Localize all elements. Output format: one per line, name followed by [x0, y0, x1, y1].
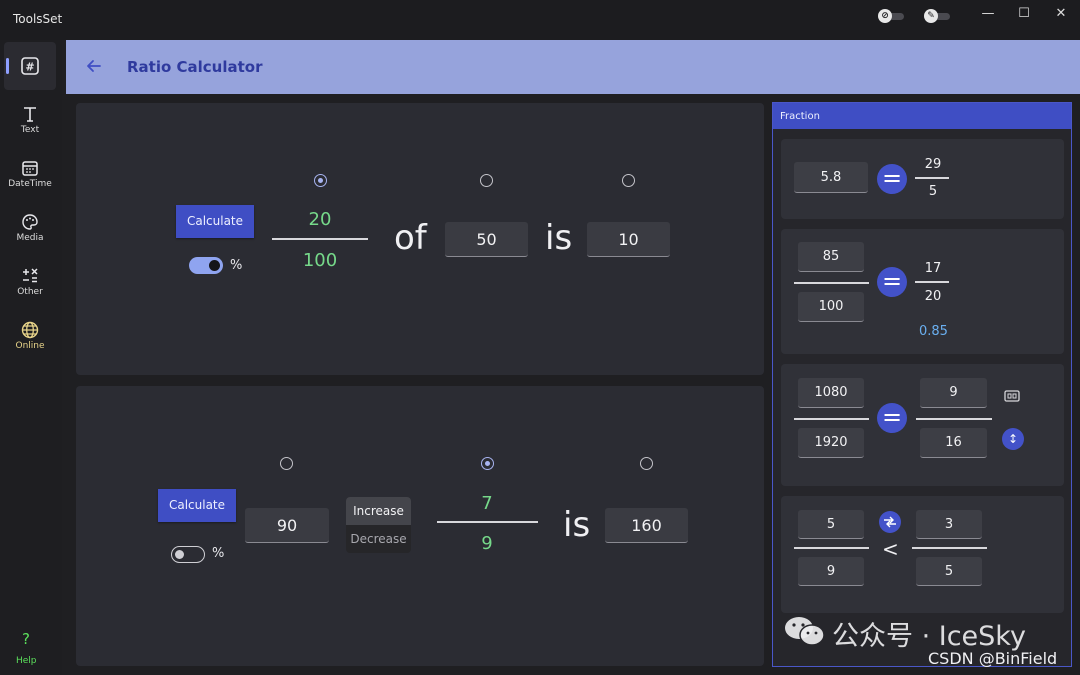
fraction-bar [794, 547, 869, 549]
sidebar-item-text[interactable]: Text [4, 98, 56, 146]
calendar-icon [22, 161, 38, 176]
a-denominator-input[interactable]: 9 [798, 557, 864, 586]
minimize-button[interactable]: — [977, 5, 999, 23]
app-title: ToolsSet [13, 12, 63, 26]
sidebar-item-online[interactable]: Online [4, 314, 56, 362]
radio-mode-3[interactable] [640, 457, 653, 470]
percent-toggle[interactable] [189, 257, 223, 274]
result-field[interactable]: 10 [587, 222, 670, 257]
ratio-width-input[interactable]: 9 [920, 378, 987, 408]
page-header: Ratio Calculator [66, 40, 1080, 94]
aspect-ratio-icon[interactable] [1004, 390, 1020, 402]
pin-toggle[interactable]: ✎ [924, 9, 950, 23]
numerator-input[interactable]: 85 [798, 242, 864, 272]
equals-icon: = [877, 267, 907, 297]
sidebar-item-label: Other [17, 287, 43, 297]
shield-toggle[interactable]: ⊘ [878, 9, 904, 23]
fraction-bar [272, 238, 368, 240]
shield-off-icon: ⊘ [878, 9, 892, 23]
fraction-header: Fraction [773, 103, 1071, 129]
title-bar: ToolsSet ⊘ ✎ — ☐ ✕ [0, 0, 1080, 40]
b-numerator-input[interactable]: 3 [916, 510, 982, 539]
sidebar-item-other[interactable]: Other [4, 260, 56, 308]
percent-label: % [230, 258, 243, 273]
value-input[interactable]: 50 [445, 222, 528, 257]
ratio-height-input[interactable]: 16 [920, 428, 987, 458]
sidebar-item-calculator[interactable]: # [4, 42, 56, 90]
fraction-bar [912, 547, 987, 549]
compare-swap-icon[interactable] [879, 511, 901, 533]
ratio-numerator[interactable]: 7 [457, 493, 517, 514]
fraction-bar [794, 282, 869, 284]
watermark-text: 公众号 · IceSky [832, 621, 1026, 652]
percent-toggle[interactable] [171, 546, 205, 563]
text-icon [24, 107, 36, 122]
page-title: Ratio Calculator [127, 58, 263, 76]
active-indicator [6, 58, 9, 74]
height-input[interactable]: 1920 [798, 428, 864, 458]
word-is: is [563, 505, 591, 545]
calculate-button[interactable]: Calculate [176, 205, 254, 238]
fraction-bar [794, 418, 869, 420]
close-button[interactable]: ✕ [1050, 5, 1072, 23]
radio-mode-2[interactable] [480, 174, 493, 187]
result-field[interactable]: 160 [605, 508, 688, 543]
svg-text:#: # [25, 61, 34, 74]
result-numerator: 29 [924, 157, 942, 172]
decimal-input[interactable]: 5.8 [794, 162, 868, 193]
fraction-bar [915, 281, 949, 283]
wechat-logo-icon [785, 617, 825, 646]
help-label[interactable]: Help [16, 656, 37, 666]
radio-mode-1[interactable] [280, 457, 293, 470]
fraction-bar [915, 177, 949, 179]
equals-icon: = [877, 164, 907, 194]
denominator-input[interactable]: 100 [798, 292, 864, 322]
sidebar-item-label: Media [16, 233, 44, 243]
sidebar: # Text DateTime Media Other Online ? Hel… [0, 40, 62, 675]
radio-mode-1[interactable] [314, 174, 327, 187]
pin-icon: ✎ [924, 9, 938, 23]
radio-mode-3[interactable] [622, 174, 635, 187]
result-numerator: 17 [924, 261, 942, 276]
width-input[interactable]: 1080 [798, 378, 864, 408]
watermark-source: CSDN @BinField [928, 649, 1058, 668]
sidebar-item-label: Online [15, 341, 45, 351]
a-numerator-input[interactable]: 5 [798, 510, 864, 539]
value-input[interactable]: 90 [245, 508, 329, 543]
sidebar-item-datetime[interactable]: DateTime [4, 152, 56, 200]
calculate-button[interactable]: Calculate [158, 489, 236, 522]
ratio-numerator[interactable]: 20 [290, 209, 350, 230]
fraction-title: Fraction [780, 111, 820, 122]
swap-horizontal-icon [884, 516, 896, 528]
radio-mode-2[interactable] [481, 457, 494, 470]
sidebar-item-media[interactable]: Media [4, 206, 56, 254]
ratio-denominator[interactable]: 100 [290, 250, 350, 271]
percent-label: % [212, 546, 225, 561]
decimal-result: 0.85 [919, 324, 948, 339]
ratio-denominator[interactable]: 9 [457, 533, 517, 554]
word-of: of [394, 218, 427, 258]
sidebar-item-label: Text [20, 125, 40, 135]
result-denominator: 20 [924, 289, 942, 304]
b-denominator-input[interactable]: 5 [916, 557, 982, 586]
increase-decrease-selector: Increase Decrease [346, 497, 411, 553]
compare-result: < [882, 537, 899, 561]
swap-vertical-icon[interactable]: ↕ [1002, 428, 1024, 450]
fraction-bar [916, 418, 992, 420]
globe-icon [21, 321, 39, 339]
decrease-option[interactable]: Decrease [346, 525, 411, 553]
back-arrow-icon[interactable] [84, 56, 104, 76]
increase-option[interactable]: Increase [346, 497, 411, 525]
sidebar-item-label: DateTime [8, 179, 52, 189]
hash-icon: # [21, 57, 39, 75]
result-denominator: 5 [928, 184, 938, 199]
equals-icon: = [877, 403, 907, 433]
palette-icon [22, 214, 38, 230]
help-icon[interactable]: ? [18, 630, 34, 648]
maximize-button[interactable]: ☐ [1013, 5, 1035, 23]
fraction-bar [437, 521, 538, 523]
other-tools-icon [23, 268, 38, 283]
word-is: is [545, 218, 573, 258]
